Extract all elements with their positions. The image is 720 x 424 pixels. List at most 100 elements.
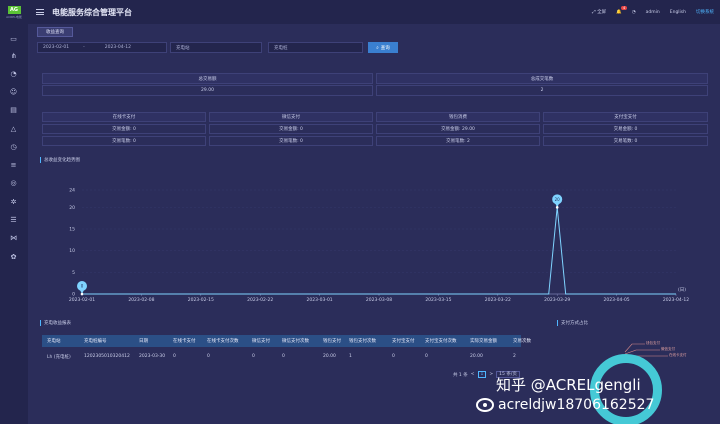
list-icon[interactable]: ☰ bbox=[9, 217, 18, 224]
table-cell: 2023-03-30 bbox=[139, 354, 166, 359]
table-header-cell: 在线卡支付 bbox=[173, 339, 196, 344]
clock-icon[interactable]: ◷ bbox=[9, 144, 18, 151]
table-header-cell: 充电站 bbox=[47, 339, 61, 344]
data-point bbox=[80, 292, 84, 296]
table-cell: 0 bbox=[252, 354, 255, 359]
switch-system-link[interactable]: 切换系统 bbox=[696, 9, 714, 15]
location-icon[interactable]: ◎ bbox=[9, 180, 18, 187]
count-label: 交易笔数: bbox=[279, 139, 299, 144]
monitor-icon[interactable]: ▭ bbox=[9, 36, 18, 43]
fullscreen-button[interactable]: ⤢ 全屏 bbox=[592, 9, 606, 15]
date-range-picker[interactable]: 2023-02-01 - 2023-04-12 bbox=[37, 42, 167, 53]
notification-bell-icon[interactable]: 🔔 4 bbox=[616, 5, 627, 15]
y-tick-label: 5 bbox=[72, 270, 75, 276]
table-cell: 20.00 bbox=[323, 354, 336, 359]
pie-label-wechat: 微信支付 bbox=[661, 347, 675, 351]
language-english[interactable]: English bbox=[670, 10, 686, 15]
page-number-1[interactable]: 1 bbox=[477, 371, 487, 378]
payment-wallet-title: 钱包消费 bbox=[376, 112, 540, 122]
user-name[interactable]: admin bbox=[646, 10, 660, 15]
table-cell: 0 bbox=[282, 354, 285, 359]
data-point-marker bbox=[552, 194, 563, 205]
pie-section-title: 支付方式占比 bbox=[557, 320, 588, 326]
gear-icon[interactable]: ✲ bbox=[9, 199, 18, 206]
y-tick-label: 24 bbox=[69, 188, 75, 194]
hamburger-menu-icon[interactable] bbox=[36, 9, 44, 15]
alert-icon[interactable]: △ bbox=[9, 126, 18, 133]
table-cell: 1202305010320412 bbox=[84, 354, 130, 359]
file-icon[interactable]: ▤ bbox=[9, 107, 18, 114]
table-cell: 0 bbox=[207, 354, 210, 359]
x-tick-label: 2023-02-08 bbox=[128, 297, 154, 303]
chart-title: 总收益变化趋势图 bbox=[40, 157, 80, 163]
watermark-weibo-text: acreldjw18706162527 bbox=[498, 397, 655, 413]
date-end: 2023-04-12 bbox=[104, 45, 131, 50]
table-header-cell: 微信支付 bbox=[252, 339, 270, 344]
total-amount-label: 总交易额 bbox=[42, 73, 373, 84]
table-header-cell: 实际交易金额 bbox=[470, 339, 497, 344]
total-count-value: 2 bbox=[376, 85, 708, 96]
pie-label-online-card: 在线卡支付 bbox=[669, 353, 687, 357]
y-tick-label: 20 bbox=[69, 205, 75, 211]
count-label: 交易笔数: bbox=[446, 139, 466, 144]
count-label: 交易笔数: bbox=[613, 139, 634, 144]
table-cell: 0 bbox=[425, 354, 428, 359]
x-tick-label: 2023-03-29 bbox=[544, 297, 570, 303]
table-cell: 1 bbox=[349, 354, 352, 359]
data-point bbox=[555, 206, 559, 209]
query-button[interactable]: ⌕ 查询 bbox=[368, 42, 398, 53]
watermark-weibo: acreldjw18706162527 bbox=[476, 397, 654, 413]
app-title: 电能服务综合管理平台 bbox=[52, 7, 132, 17]
amount-value: 0 bbox=[300, 126, 303, 132]
payment-wechat-title: 微信支付 bbox=[209, 112, 373, 122]
tab-revenue-query[interactable]: 收益查询 bbox=[37, 27, 73, 37]
station-select[interactable]: 充电站 bbox=[170, 42, 262, 53]
payment-wechat-count: 交易笔数: 0 bbox=[209, 136, 373, 146]
search-icon: ⌕ bbox=[376, 45, 379, 51]
count-value: 2 bbox=[467, 138, 470, 144]
table-header-cell: 充电桩编号 bbox=[84, 339, 107, 344]
table-row[interactable]: Lh (充电桩) 1202305010320412 2023-03-30 0 0 0 0 20… bbox=[42, 350, 521, 363]
x-tick-label: 2023-02-01 bbox=[69, 297, 95, 303]
table-header-cell: 钱包支付 bbox=[323, 339, 341, 344]
count-value: 0 bbox=[300, 138, 303, 144]
user-avatar-icon[interactable]: ◔ bbox=[632, 10, 636, 15]
users-icon[interactable]: ☺ bbox=[9, 89, 18, 96]
count-value: 0 bbox=[634, 138, 638, 144]
watermark-zhihu: 知乎 @ACRELgengli bbox=[496, 376, 641, 394]
payment-wallet-amount: 交易金额: 29.00 bbox=[376, 124, 540, 134]
fullscreen-label: 全屏 bbox=[597, 10, 607, 15]
x-tick-label: 2023-04-05 bbox=[604, 297, 630, 303]
sidebar: ▭ ⋔ ◔ ☺ ▤ △ ◷ ≡ ◎ ✲ ☰ ⋈ ✿ bbox=[0, 24, 28, 424]
x-tick-label: 2023-03-01 bbox=[307, 297, 333, 303]
pagination-total: 共 1 条 bbox=[453, 372, 468, 378]
query-label: 查询 bbox=[380, 45, 390, 51]
amount-label: 交易金额: bbox=[441, 127, 461, 132]
data-point-marker-tail bbox=[554, 201, 561, 208]
data-label: 0 bbox=[81, 284, 84, 289]
payment-alipay-title: 支付宝支付 bbox=[543, 112, 708, 122]
series-line bbox=[82, 207, 676, 295]
chart-icon[interactable]: ◔ bbox=[9, 71, 18, 78]
table-cell: 2 bbox=[513, 354, 516, 359]
pile-select[interactable]: 充电桩 bbox=[268, 42, 363, 53]
next-page-button[interactable]: > bbox=[489, 372, 493, 377]
table-header-cell: 支付宝支付 bbox=[392, 339, 415, 344]
table-header: 充电站 充电桩编号 日期 在线卡支付 在线卡支付次数 微信支付 微信支付次数 钱包支付 钱包支付… bbox=[42, 335, 531, 347]
y-tick-label: 0 bbox=[72, 292, 75, 298]
payment-online-card-title: 在线卡支付 bbox=[42, 112, 206, 122]
settings-icon[interactable]: ✿ bbox=[9, 254, 18, 261]
count-value: 0 bbox=[133, 138, 136, 144]
table-section-title: 充电收益报表 bbox=[40, 320, 71, 326]
tree-icon[interactable]: ⋈ bbox=[9, 235, 18, 242]
logo: AG ACREL电能 bbox=[0, 0, 28, 24]
table-cell: 20.00 bbox=[470, 354, 483, 359]
table-header-cell: 交易次数 bbox=[513, 339, 531, 344]
x-tick-label: 2023-03-08 bbox=[366, 297, 392, 303]
prev-page-button[interactable]: < bbox=[471, 372, 475, 377]
date-separator: - bbox=[83, 45, 85, 50]
payment-online-card-count: 交易笔数: 0 bbox=[42, 136, 206, 146]
amount-label: 交易金额: bbox=[112, 127, 132, 132]
network-icon[interactable]: ⋔ bbox=[9, 53, 18, 60]
database-icon[interactable]: ≡ bbox=[9, 162, 18, 169]
